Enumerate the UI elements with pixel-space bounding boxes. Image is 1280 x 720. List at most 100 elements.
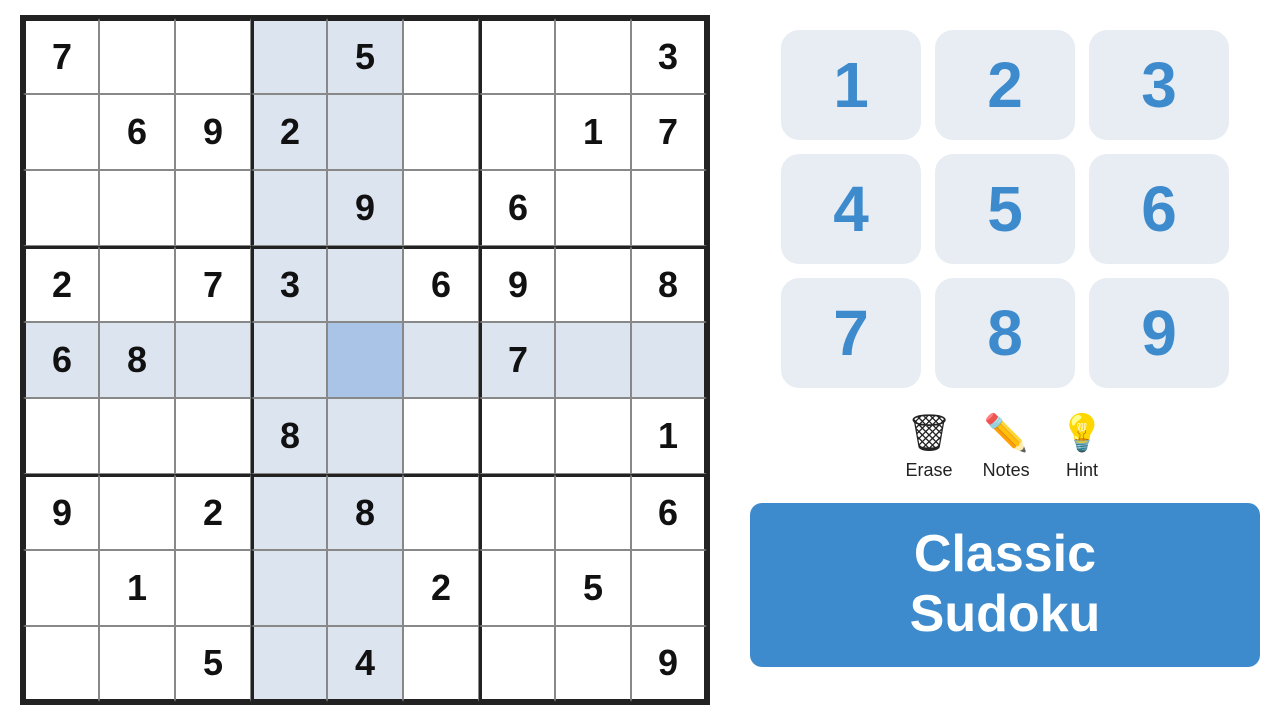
cell[interactable]: 2 <box>403 550 479 626</box>
numpad-button-8[interactable]: 8 <box>935 278 1075 388</box>
cell[interactable] <box>175 398 251 474</box>
cell[interactable]: 9 <box>327 170 403 246</box>
cell[interactable]: 2 <box>251 94 327 170</box>
numpad-button-9[interactable]: 9 <box>1089 278 1229 388</box>
cell[interactable] <box>555 246 631 322</box>
cell[interactable]: 6 <box>631 474 707 550</box>
erase-icon: 🗑 <box>906 412 952 454</box>
cell[interactable]: 9 <box>23 474 99 550</box>
cell[interactable] <box>403 322 479 398</box>
cell[interactable] <box>251 550 327 626</box>
cell[interactable] <box>175 18 251 94</box>
cell[interactable]: 1 <box>99 550 175 626</box>
erase-label: Erase <box>906 460 953 481</box>
cell[interactable] <box>327 398 403 474</box>
cell[interactable] <box>631 550 707 626</box>
cell[interactable] <box>251 170 327 246</box>
cell[interactable] <box>403 170 479 246</box>
cell[interactable] <box>99 398 175 474</box>
cell[interactable]: 9 <box>175 94 251 170</box>
cell[interactable]: 7 <box>175 246 251 322</box>
cell[interactable] <box>555 626 631 702</box>
cell[interactable]: 6 <box>23 322 99 398</box>
cell[interactable]: 7 <box>23 18 99 94</box>
cell[interactable] <box>555 322 631 398</box>
cell[interactable] <box>555 398 631 474</box>
cell[interactable] <box>251 626 327 702</box>
cell[interactable] <box>327 246 403 322</box>
cell[interactable] <box>99 474 175 550</box>
notes-button[interactable]: ✏️ Notes <box>983 412 1030 481</box>
cell[interactable] <box>23 398 99 474</box>
hint-button[interactable]: 💡 Hint <box>1060 412 1105 481</box>
cell[interactable]: 9 <box>631 626 707 702</box>
cell[interactable] <box>479 18 555 94</box>
cell[interactable]: 6 <box>99 94 175 170</box>
cell[interactable]: 4 <box>327 626 403 702</box>
cell[interactable] <box>327 94 403 170</box>
cell[interactable] <box>403 398 479 474</box>
cell[interactable] <box>99 626 175 702</box>
cell[interactable] <box>327 550 403 626</box>
numpad[interactable]: 123 456 789 <box>781 30 1229 388</box>
cell[interactable] <box>631 322 707 398</box>
cell[interactable]: 5 <box>327 18 403 94</box>
cell[interactable] <box>251 474 327 550</box>
cell[interactable] <box>479 94 555 170</box>
cell[interactable] <box>403 626 479 702</box>
cell[interactable]: 2 <box>175 474 251 550</box>
cell[interactable]: 2 <box>23 246 99 322</box>
cell[interactable]: 9 <box>479 246 555 322</box>
cell[interactable] <box>631 170 707 246</box>
cell[interactable] <box>555 18 631 94</box>
cell[interactable] <box>175 322 251 398</box>
cell[interactable]: 1 <box>631 398 707 474</box>
sudoku-grid-section: 7536921796273698687819286125549 <box>0 0 730 720</box>
cell[interactable]: 3 <box>251 246 327 322</box>
cell[interactable] <box>175 550 251 626</box>
numpad-button-6[interactable]: 6 <box>1089 154 1229 264</box>
numpad-button-4[interactable]: 4 <box>781 154 921 264</box>
cell[interactable] <box>251 322 327 398</box>
cell[interactable] <box>479 626 555 702</box>
cell[interactable] <box>327 322 403 398</box>
cell[interactable] <box>555 474 631 550</box>
cell[interactable]: 8 <box>631 246 707 322</box>
hint-label: Hint <box>1066 460 1098 481</box>
numpad-button-5[interactable]: 5 <box>935 154 1075 264</box>
cell[interactable] <box>555 170 631 246</box>
cell[interactable]: 8 <box>99 322 175 398</box>
cell[interactable] <box>99 170 175 246</box>
cell[interactable]: 7 <box>631 94 707 170</box>
cell[interactable] <box>175 170 251 246</box>
cell[interactable] <box>23 550 99 626</box>
numpad-button-7[interactable]: 7 <box>781 278 921 388</box>
cell[interactable] <box>99 246 175 322</box>
cell[interactable]: 8 <box>251 398 327 474</box>
cell[interactable]: 3 <box>631 18 707 94</box>
cell[interactable] <box>479 474 555 550</box>
cell[interactable] <box>479 398 555 474</box>
cell[interactable]: 6 <box>479 170 555 246</box>
numpad-button-1[interactable]: 1 <box>781 30 921 140</box>
cell[interactable]: 8 <box>327 474 403 550</box>
cell[interactable] <box>251 18 327 94</box>
notes-icon: ✏️ <box>984 412 1029 454</box>
cell[interactable]: 5 <box>175 626 251 702</box>
cell[interactable]: 6 <box>403 246 479 322</box>
erase-button[interactable]: 🗑 Erase <box>906 412 953 481</box>
cell[interactable] <box>23 170 99 246</box>
cell[interactable] <box>23 626 99 702</box>
cell[interactable]: 1 <box>555 94 631 170</box>
cell[interactable]: 7 <box>479 322 555 398</box>
sudoku-grid[interactable]: 7536921796273698687819286125549 <box>20 15 710 705</box>
cell[interactable] <box>23 94 99 170</box>
cell[interactable] <box>403 18 479 94</box>
cell[interactable] <box>479 550 555 626</box>
cell[interactable] <box>403 94 479 170</box>
numpad-button-2[interactable]: 2 <box>935 30 1075 140</box>
numpad-button-3[interactable]: 3 <box>1089 30 1229 140</box>
cell[interactable]: 5 <box>555 550 631 626</box>
cell[interactable] <box>403 474 479 550</box>
cell[interactable] <box>99 18 175 94</box>
